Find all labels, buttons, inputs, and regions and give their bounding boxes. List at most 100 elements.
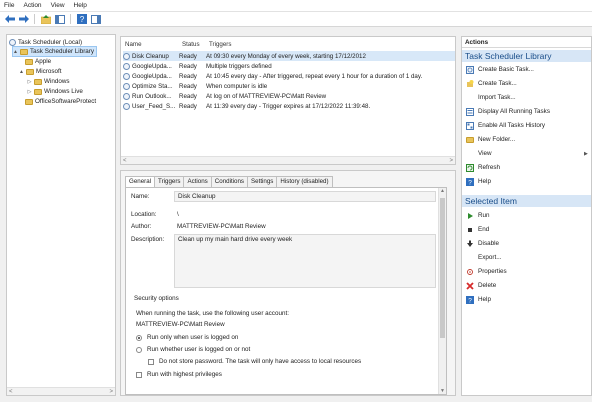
scroll-right-icon[interactable]: > [109,389,113,395]
action-label: Create Task... [478,80,517,87]
action-delete[interactable]: Delete [466,280,496,291]
tree-item-windows[interactable]: ▷ Windows [27,77,70,86]
action-create-basic-task[interactable]: Create Basic Task... [466,64,534,75]
expand-arrow-icon[interactable]: ▷ [27,79,32,85]
radio-button[interactable] [136,346,142,353]
task-icon [123,102,130,110]
action-new-folder[interactable]: New Folder... [466,134,515,145]
scroll-down-icon[interactable]: ▼ [439,388,446,394]
action-display-running-tasks[interactable]: Display All Running Tasks [466,106,550,117]
column-header-triggers[interactable]: Triggers [209,41,231,48]
tree-item-library[interactable]: ▲ Task Scheduler Library [11,46,98,57]
table-row[interactable]: GoogleUpda... Ready Multiple triggers de… [123,61,455,71]
action-label: Disable [478,240,499,247]
task-details: General Triggers Actions Conditions Sett… [120,170,456,396]
task-triggers: When computer is idle [206,82,268,90]
tree-root[interactable]: Task Scheduler (Local) [9,38,82,47]
menu-action[interactable]: Action [23,2,41,9]
radio-button-selected[interactable] [136,334,142,341]
radio-run-logged-on-or-not[interactable]: Run whether user is logged on or not [136,346,250,353]
folder-icon [466,136,474,144]
folder-up-icon[interactable] [40,14,51,25]
actions-section-library[interactable]: Task Scheduler Library [462,50,591,62]
menu-help[interactable]: Help [74,2,87,9]
action-run[interactable]: Run [466,210,490,221]
action-label: Properties [478,268,507,275]
action-help-selected[interactable]: ? Help [466,294,491,305]
scroll-left-icon[interactable]: < [9,389,13,395]
description-field[interactable]: Clean up my main hard drive every week [174,234,436,288]
tree-library-label: Task Scheduler Library [30,48,95,55]
task-list: Name Status Triggers Disk Cleanup Ready … [120,36,456,165]
scroll-right-icon[interactable]: > [449,158,453,164]
back-arrow-icon[interactable] [4,14,15,25]
action-end[interactable]: End [466,224,489,235]
action-create-task[interactable]: Create Task... [466,78,517,89]
task-triggers: Multiple triggers defined [206,62,272,70]
tree-item-officesoftwareprotect[interactable]: OfficeSoftwareProtect [25,97,96,106]
checkbox-no-password[interactable]: Do not store password. The task will onl… [148,358,361,365]
menu-bar: File Action View Help [0,0,592,12]
task-triggers: At log on of MATTREVIEW-PC\Matt Review [206,92,327,100]
actions-section-selected-item[interactable]: Selected Item [462,195,591,207]
expand-arrow-icon[interactable]: ▷ [27,89,32,95]
toolbar-separator [70,14,71,24]
tab-settings[interactable]: Settings [247,176,278,187]
table-row[interactable]: Optimize Sta... Ready When computer is i… [123,81,455,91]
folder-icon [34,88,42,95]
table-row[interactable]: User_Feed_S... Ready At 11:39 every day … [123,101,455,111]
help-icon[interactable]: ? [76,14,87,25]
name-field[interactable]: Disk Cleanup [174,191,436,202]
scroll-left-icon[interactable]: < [123,158,127,164]
location-value: \ [177,211,179,218]
action-disable[interactable]: Disable [466,238,499,249]
checkbox[interactable] [136,371,142,378]
folder-icon [25,98,33,105]
tree-item-label: Microsoft [36,68,62,75]
show-hide-action-pane-icon[interactable] [90,14,101,25]
tree-item-microsoft[interactable]: ▲ Microsoft [19,67,62,76]
scroll-up-icon[interactable]: ▲ [439,188,446,194]
tab-history[interactable]: History (disabled) [276,176,333,187]
action-import-task[interactable]: Import Task... [466,92,516,103]
tree-item-windows-live[interactable]: ▷ Windows Live [27,87,83,96]
menu-view[interactable]: View [51,2,65,9]
task-name: User_Feed_S... [132,102,176,110]
tree-item-apple[interactable]: Apple [25,57,51,66]
task-list-horizontal-scrollbar[interactable]: < > [121,156,455,164]
radio-run-logged-on[interactable]: Run only when user is logged on [136,334,238,341]
collapse-arrow-icon[interactable]: ▲ [19,69,24,75]
folder-icon [20,48,28,55]
column-header-name[interactable]: Name [125,41,142,48]
action-view[interactable]: View ▶ [466,148,588,159]
action-help-library[interactable]: ? Help [466,176,491,187]
author-label: Author: [131,223,152,230]
forward-arrow-icon[interactable] [18,14,29,25]
action-export[interactable]: Export... [466,252,501,263]
action-refresh[interactable]: Refresh [466,162,500,173]
tree-horizontal-scrollbar[interactable]: < > [7,387,115,395]
details-vertical-scrollbar[interactable]: ▲ ▼ [438,188,446,394]
folder-icon [26,68,34,75]
table-row[interactable]: Run Outlook... Ready At log on of MATTRE… [123,91,455,101]
folder-icon [25,58,33,65]
tab-conditions[interactable]: Conditions [210,176,249,187]
table-row[interactable]: Disk Cleanup Ready At 09:30 every Monday… [123,51,455,61]
checkbox[interactable] [148,358,154,365]
action-label: Delete [478,282,497,289]
scrollbar-thumb[interactable] [440,198,445,338]
action-properties[interactable]: Properties [466,266,507,277]
show-hide-tree-icon[interactable] [54,14,65,25]
task-name: Disk Cleanup [132,52,169,60]
menu-file[interactable]: File [4,2,14,9]
tab-general[interactable]: General [125,176,156,187]
tab-triggers[interactable]: Triggers [154,176,185,187]
actions-pane: Actions Task Scheduler Library Create Ba… [461,36,592,396]
action-enable-tasks-history[interactable]: Enable All Tasks History [466,120,545,131]
column-header-status[interactable]: Status [182,41,200,48]
tab-actions[interactable]: Actions [183,176,212,187]
collapse-arrow-icon[interactable]: ▲ [13,49,18,55]
checkbox-highest-privileges[interactable]: Run with highest privileges [136,371,222,378]
name-label: Name: [131,193,150,200]
table-row[interactable]: GoogleUpda... Ready At 10:45 every day -… [123,71,455,81]
